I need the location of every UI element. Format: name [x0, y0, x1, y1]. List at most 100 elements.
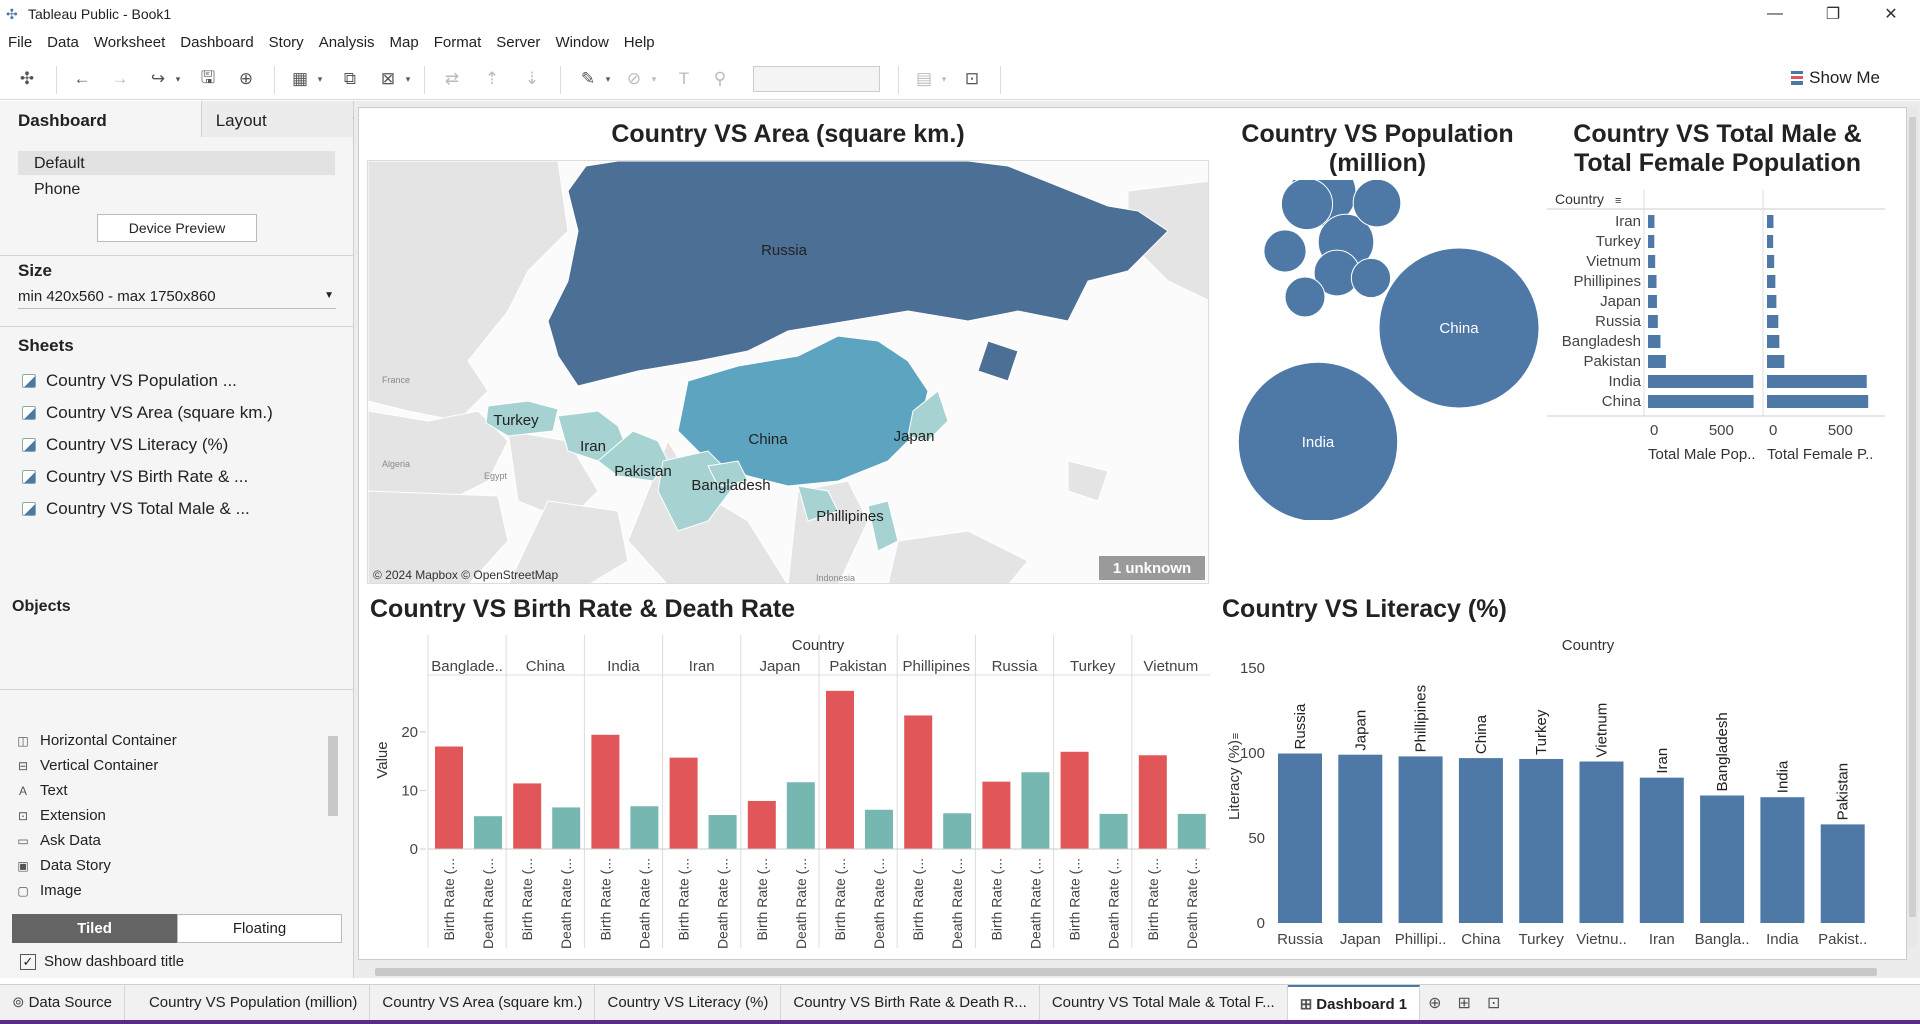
bar[interactable] — [630, 806, 659, 849]
menu-file[interactable]: File — [8, 34, 32, 51]
size-select[interactable]: min 420x560 - max 1750x860 ▼ — [18, 288, 336, 309]
object-text[interactable]: A Text — [16, 782, 68, 799]
restore-button[interactable]: ❐ — [1804, 0, 1862, 28]
bar[interactable] — [1138, 755, 1167, 849]
sheet-item[interactable]: Country VS Birth Rate & ... — [22, 467, 248, 487]
replay-dropdown-icon[interactable]: ▾ — [172, 68, 184, 90]
map-attribution[interactable]: © 2024 Mapbox © OpenStreetMap — [373, 568, 558, 582]
bar[interactable] — [1021, 772, 1050, 849]
clear-dropdown-icon[interactable]: ▾ — [402, 68, 414, 90]
new-dashboard-icon[interactable]: ⊞ — [1450, 993, 1479, 1013]
birth-death-bar-chart[interactable]: Country 0 10 20 Value Banglade.. Birth Rate (.… — [368, 630, 1210, 950]
object-extension[interactable]: ⊡ Extension — [16, 807, 106, 824]
bar[interactable] — [1458, 758, 1503, 923]
bar[interactable] — [1648, 355, 1666, 368]
tab-sheet[interactable]: Country VS Literacy (%) — [595, 984, 782, 1021]
bar[interactable] — [474, 816, 502, 849]
tableau-home-icon[interactable]: ✣ — [15, 68, 39, 90]
bar[interactable] — [1648, 315, 1658, 328]
bar[interactable] — [1767, 215, 1774, 228]
show-dashboard-title-checkbox[interactable]: ✓ Show dashboard title — [20, 953, 184, 970]
bar[interactable] — [1648, 235, 1655, 248]
tab-sheet[interactable]: Country VS Population (million) — [125, 984, 371, 1021]
menu-worksheet[interactable]: Worksheet — [94, 34, 165, 51]
bar[interactable] — [1519, 758, 1564, 923]
pin-icon[interactable]: ⚲ — [708, 68, 732, 90]
redo-icon[interactable]: → — [108, 68, 132, 90]
sheet-item[interactable]: Country VS Area (square km.) — [22, 403, 273, 423]
bar[interactable] — [435, 746, 463, 850]
bar[interactable] — [1398, 756, 1443, 923]
bar[interactable] — [1648, 395, 1754, 408]
bar[interactable] — [1648, 215, 1655, 228]
bar[interactable] — [1700, 795, 1745, 924]
dashboard-vertical-scrollbar[interactable] — [1907, 107, 1918, 947]
bar[interactable] — [1648, 275, 1657, 288]
bar[interactable] — [1767, 295, 1777, 308]
population-bubble-chart[interactable]: India China — [1215, 180, 1540, 520]
menu-window[interactable]: Window — [555, 34, 608, 51]
new-story-icon[interactable]: ⊡ — [1479, 993, 1508, 1013]
collapse-panel-icon[interactable]: ‹ — [349, 101, 358, 137]
replay-icon[interactable]: ↪ — [146, 68, 170, 90]
presentation-mode-icon[interactable]: ⊡ — [960, 68, 984, 90]
bar[interactable] — [1648, 335, 1661, 348]
bar[interactable] — [708, 815, 737, 849]
menu-format[interactable]: Format — [434, 34, 482, 51]
bar[interactable] — [1767, 335, 1780, 348]
object-data-story[interactable]: ▣ Data Story — [16, 857, 111, 874]
population-bubble[interactable] — [1263, 229, 1307, 273]
tab-sheet[interactable]: Country VS Total Male & Total F... — [1040, 984, 1288, 1021]
device-preview-button[interactable]: Device Preview — [97, 214, 257, 242]
menu-server[interactable]: Server — [496, 34, 540, 51]
objects-scrollbar[interactable] — [327, 722, 339, 904]
bar[interactable] — [1579, 761, 1624, 924]
highlight-icon[interactable]: ✎ — [576, 68, 600, 90]
close-button[interactable]: ✕ — [1862, 0, 1920, 28]
bar[interactable] — [904, 715, 933, 849]
bar[interactable] — [1648, 295, 1657, 308]
bar[interactable] — [669, 757, 698, 849]
population-bubble[interactable] — [1284, 276, 1326, 318]
fit-select[interactable] — [753, 66, 880, 92]
tab-dashboard[interactable]: Dashboard — [0, 101, 201, 137]
population-bubble[interactable] — [1280, 180, 1334, 231]
object-ask-data[interactable]: ▭ Ask Data — [16, 832, 101, 849]
menu-analysis[interactable]: Analysis — [319, 34, 375, 51]
bar[interactable] — [1099, 813, 1128, 849]
group-icon[interactable]: ⊘ — [622, 68, 646, 90]
swap-icon[interactable]: ⇄ — [440, 68, 464, 90]
bar[interactable] — [1767, 315, 1779, 328]
bar[interactable] — [1760, 797, 1805, 923]
save-icon[interactable]: 🖫 — [196, 68, 220, 90]
undo-icon[interactable]: ← — [70, 68, 94, 90]
duplicate-icon[interactable]: ⧉ — [338, 68, 362, 90]
device-phone[interactable]: Phone — [18, 177, 80, 201]
menu-story[interactable]: Story — [269, 34, 304, 51]
bar[interactable] — [1278, 753, 1322, 923]
new-worksheet-icon[interactable]: ⊕ — [1420, 993, 1449, 1013]
area-map-svg[interactable]: Russia China Turkey Iran Pakistan Bangla… — [368, 161, 1209, 584]
tab-sheet[interactable]: Country VS Area (square km.) — [370, 984, 596, 1021]
literacy-bar-chart[interactable]: Country 0 50 100 150 Literacy (%)≡ Russia Russi… — [1215, 630, 1895, 950]
scrollbar-thumb[interactable] — [328, 736, 338, 816]
bar[interactable] — [1767, 355, 1785, 368]
bar[interactable] — [1767, 235, 1774, 248]
bar[interactable] — [826, 690, 854, 849]
bar[interactable] — [1338, 754, 1383, 923]
object-vertical-container[interactable]: ⊟ Vertical Container — [16, 757, 158, 774]
clear-sheet-icon[interactable]: ⊠ — [376, 68, 400, 90]
bar[interactable] — [1648, 255, 1656, 268]
labels-icon[interactable]: T — [672, 68, 696, 90]
bar[interactable] — [1820, 824, 1865, 923]
bar[interactable] — [552, 807, 581, 849]
bar[interactable] — [591, 734, 620, 849]
sort-ascending-icon[interactable]: ⇡ — [480, 68, 504, 90]
tab-data-source[interactable]: ⊚ Data Source — [0, 984, 125, 1021]
bar[interactable] — [982, 781, 1011, 849]
bar[interactable] — [513, 783, 542, 849]
scrollbar-thumb[interactable] — [1909, 117, 1916, 917]
new-data-source-icon[interactable]: ⊕ — [234, 68, 258, 90]
minimize-button[interactable]: — — [1746, 0, 1804, 28]
tiled-toggle[interactable]: Tiled — [12, 914, 177, 943]
